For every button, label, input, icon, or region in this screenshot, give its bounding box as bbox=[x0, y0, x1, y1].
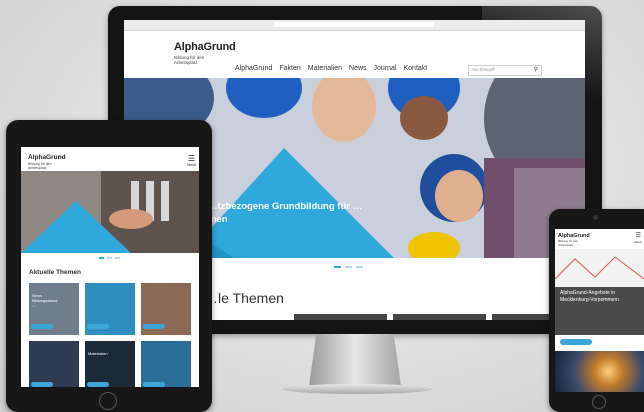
tablet-hero bbox=[21, 171, 199, 253]
nav-item-fakten[interactable]: Fakten bbox=[279, 65, 300, 72]
phone-lightbulb-image bbox=[555, 351, 644, 392]
phone-info-banner: AlphaGrund-Angebote in Mecklenburg-Vorpo… bbox=[555, 287, 644, 335]
tablet-home-button[interactable] bbox=[99, 392, 117, 410]
hero-headline: …tzbezogene Grundbildung für …men bbox=[208, 201, 363, 225]
tablet-topic-card[interactable] bbox=[85, 283, 135, 335]
tablet-topic-card-button[interactable] bbox=[143, 382, 165, 387]
phone-camera bbox=[593, 215, 598, 220]
tablet-slider-dot-1[interactable] bbox=[99, 257, 104, 259]
monitor-base bbox=[282, 384, 432, 394]
tablet-topic-card-label: News Bildungsstand: ... bbox=[32, 293, 59, 308]
nav-item-alphagrund[interactable]: AlphaGrund bbox=[235, 65, 272, 72]
tablet-topic-card[interactable] bbox=[29, 341, 79, 387]
tablet-topic-card[interactable]: News Bildungsstand: ... bbox=[29, 283, 79, 335]
phone-banner-text: AlphaGrund-Angebote in Mecklenburg-Vorpo… bbox=[560, 290, 619, 303]
tablet-topic-card-button[interactable] bbox=[31, 324, 53, 329]
phone-hero-photo bbox=[555, 249, 644, 287]
search-placeholder: Suchbegriff bbox=[472, 67, 495, 72]
tablet-topic-card-label: Materialien bbox=[88, 351, 108, 356]
section-title: …le Themen bbox=[204, 290, 284, 306]
phone-hero bbox=[555, 249, 644, 287]
phone-more-button[interactable] bbox=[560, 339, 592, 345]
slider-dot-1[interactable] bbox=[334, 266, 341, 268]
tablet-topic-card-button[interactable] bbox=[87, 324, 109, 329]
site-logo[interactable]: AlphaGrund bbox=[174, 41, 236, 53]
monitor-stand bbox=[309, 334, 401, 386]
slider-dot-2[interactable] bbox=[345, 266, 352, 268]
browser-address-bar[interactable] bbox=[274, 22, 434, 27]
phone-screen: AlphaGrund Bildung für den Arbeitsplatz … bbox=[555, 229, 644, 392]
topic-card[interactable] bbox=[393, 314, 486, 320]
tablet-topic-grid: News Bildungsstand: ... Materialien bbox=[29, 283, 191, 387]
tablet-slider-dot-2[interactable] bbox=[107, 257, 112, 259]
phone-device: AlphaGrund Bildung für den Arbeitsplatz … bbox=[549, 209, 644, 412]
tablet-topic-card-button[interactable] bbox=[87, 382, 109, 387]
phone-hamburger-icon[interactable]: ☰ bbox=[636, 233, 641, 239]
phone-tagline: Bildung für den Arbeitsplatz bbox=[558, 239, 579, 247]
topic-card[interactable] bbox=[294, 314, 387, 320]
tablet-slider-dots bbox=[99, 257, 120, 259]
tablet-logo[interactable]: AlphaGrund bbox=[28, 154, 66, 161]
tablet-topic-card-button[interactable] bbox=[31, 382, 53, 387]
site-tagline: Bildung für den Arbeitsplatz bbox=[174, 55, 205, 65]
tablet-section-title: Aktuelle Themen bbox=[29, 269, 82, 276]
nav-item-kontakt[interactable]: Kontakt bbox=[404, 65, 428, 72]
topic-cards-strip bbox=[294, 314, 585, 320]
tablet-device: AlphaGrund Bildung für den Arbeitsplatz … bbox=[6, 120, 212, 412]
tablet-topic-card[interactable] bbox=[141, 283, 191, 335]
phone-menu-label: Menü bbox=[634, 240, 642, 244]
slider-dot-3[interactable] bbox=[356, 266, 363, 268]
site-header: AlphaGrund Bildung für den Arbeitsplatz … bbox=[124, 31, 585, 79]
nav-item-news[interactable]: News bbox=[349, 65, 367, 72]
search-input[interactable]: Suchbegriff ⚲ bbox=[468, 65, 542, 76]
tablet-topic-card-button[interactable] bbox=[143, 324, 165, 329]
phone-home-button[interactable] bbox=[592, 395, 606, 409]
nav-item-materialien[interactable]: Materialien bbox=[308, 65, 342, 72]
search-icon[interactable]: ⚲ bbox=[534, 66, 538, 73]
main-nav: AlphaGrund Fakten Materialien News Journ… bbox=[235, 65, 427, 72]
tablet-tagline: Bildung für den Arbeitsplatz bbox=[28, 162, 52, 170]
hamburger-menu-icon[interactable]: ☰ bbox=[188, 155, 195, 163]
slider-dots bbox=[334, 266, 363, 268]
nav-item-journal[interactable]: Journal bbox=[374, 65, 397, 72]
tablet-hero-photo bbox=[21, 171, 199, 253]
tablet-menu-label: Menü bbox=[187, 163, 196, 167]
tablet-screen: AlphaGrund Bildung für den Arbeitsplatz … bbox=[21, 147, 199, 387]
tablet-topic-card[interactable]: Materialien bbox=[85, 341, 135, 387]
tablet-topic-card[interactable] bbox=[141, 341, 191, 387]
browser-toolbar bbox=[124, 20, 585, 31]
tablet-slider-dot-3[interactable] bbox=[115, 257, 120, 259]
